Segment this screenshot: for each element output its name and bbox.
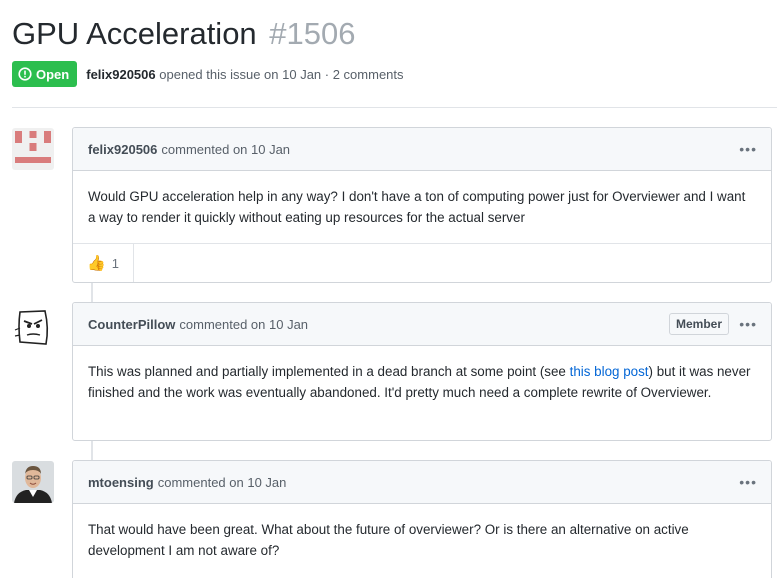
comment-timestamp[interactable]: commented on 10 Jan — [179, 317, 308, 332]
issue-opened-icon — [18, 67, 32, 81]
reactions-bar: 👍 1 — [73, 243, 771, 282]
avatar-mtoensing[interactable] — [12, 461, 54, 503]
user-photo-image — [12, 461, 54, 503]
comment-author[interactable]: CounterPillow — [88, 317, 175, 332]
issue-number: #1506 — [269, 16, 356, 51]
comment-timestamp[interactable]: commented on 10 Jan — [158, 475, 287, 490]
comment-body: Would GPU acceleration help in any way? … — [88, 189, 746, 225]
timeline-connector — [91, 282, 93, 302]
kebab-menu-icon[interactable]: ••• — [739, 316, 757, 332]
member-badge: Member — [668, 313, 729, 335]
comment-card: CounterPillow commented on 10 Jan Member… — [72, 302, 772, 441]
comment-author[interactable]: mtoensing — [88, 475, 154, 490]
issue-meta: Open felix920506 opened this issue on 10… — [12, 61, 404, 87]
kebab-menu-icon[interactable]: ••• — [739, 474, 757, 490]
header-divider — [12, 107, 777, 108]
comment-text-before-link: This was planned and partially implement… — [88, 364, 570, 379]
issue-title-text: GPU Acceleration — [12, 16, 257, 51]
comment-timestamp[interactable]: commented on 10 Jan — [161, 142, 290, 157]
issue-meta-text: felix920506 opened this issue on 10 Jan … — [86, 67, 403, 82]
comment-body: This was planned and partially implement… — [73, 346, 771, 417]
comment-author[interactable]: felix920506 — [88, 142, 157, 157]
avatar-felix920506[interactable] — [12, 128, 54, 170]
issue-opened-text: opened this issue on 10 Jan · 2 comments — [159, 66, 404, 82]
avatar-counterpillow[interactable] — [12, 306, 54, 348]
timeline-connector — [91, 441, 93, 461]
identicon-image — [12, 128, 54, 170]
blog-post-link[interactable]: this blog post — [570, 364, 649, 379]
sketched-face-image — [12, 306, 54, 348]
thumbs-up-icon: 👍 — [87, 255, 106, 272]
issue-title: GPU Acceleration #1506 — [12, 14, 356, 54]
comment-card: felix920506 commented on 10 Jan ••• Woul… — [72, 127, 772, 283]
reaction-count: 1 — [111, 255, 119, 271]
comment-header: CounterPillow commented on 10 Jan Member… — [73, 303, 771, 346]
reaction-thumbs-up[interactable]: 👍 1 — [73, 244, 134, 282]
comment-body: That would have been great. What about t… — [88, 522, 689, 558]
comment-header: mtoensing commented on 10 Jan ••• — [73, 461, 771, 504]
comment-header: felix920506 commented on 10 Jan ••• — [73, 128, 771, 171]
kebab-menu-icon[interactable]: ••• — [739, 141, 757, 157]
comment-card: mtoensing commented on 10 Jan ••• That w… — [72, 460, 772, 578]
state-badge-label: Open — [36, 66, 70, 82]
issue-author-link[interactable]: felix920506 — [86, 67, 155, 82]
state-badge-open: Open — [12, 61, 78, 87]
issue-page: GPU Acceleration #1506 Open felix920506 … — [0, 0, 777, 578]
